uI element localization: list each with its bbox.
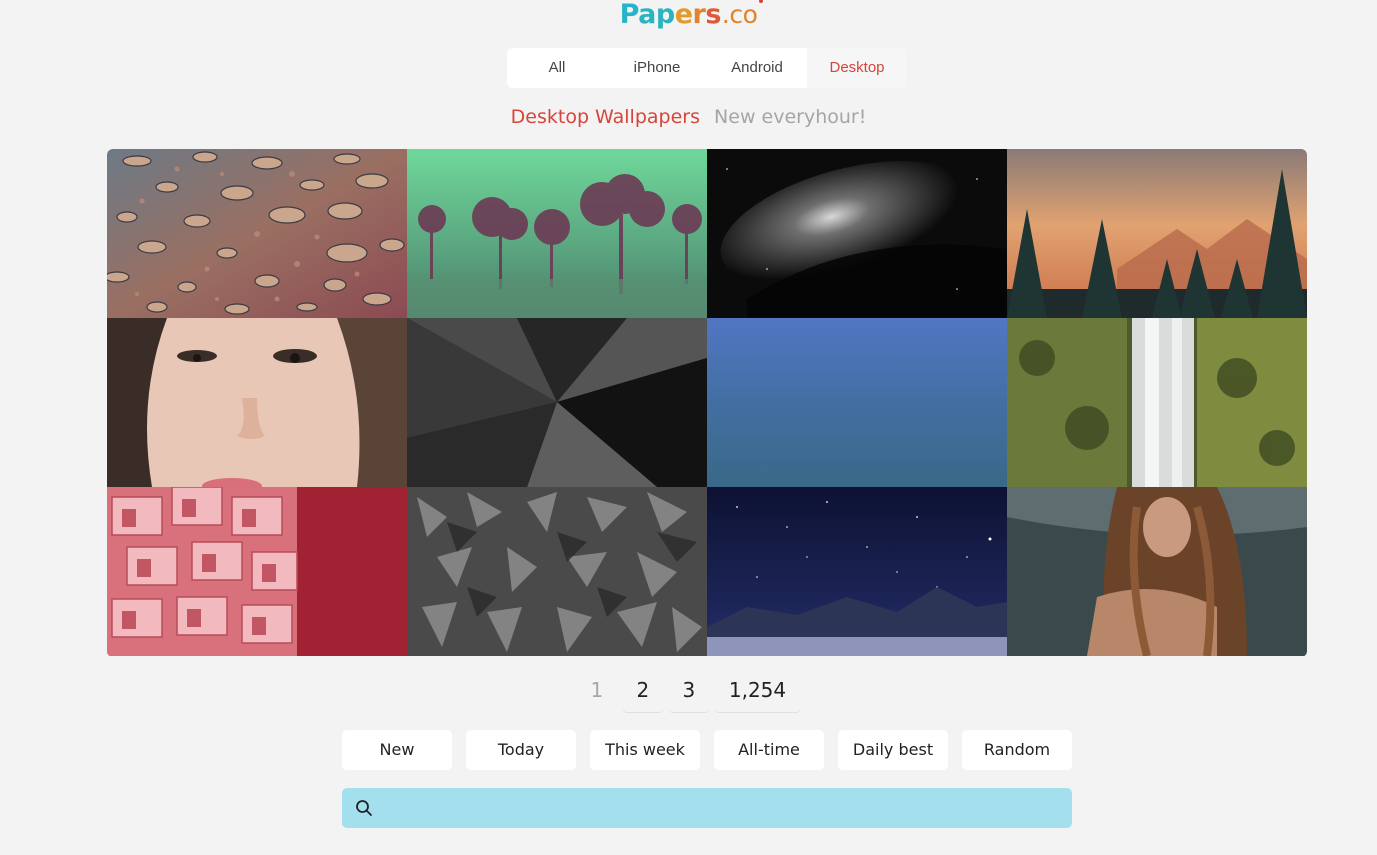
wallpaper-thumbnail-woman-long-hair[interactable]: [1007, 487, 1307, 656]
wallpaper-thumbnail-blue-gradient[interactable]: [707, 318, 1007, 487]
logo-dot: [759, 0, 764, 3]
sort-today-button[interactable]: Today: [466, 730, 576, 770]
forest-sunset-image: [1007, 149, 1307, 318]
device-tabs: All iPhone Android Desktop: [507, 48, 907, 88]
water-droplets-image: [107, 149, 407, 318]
pagination: 1 2 3 1,254: [0, 670, 1377, 712]
wallpaper-thumbnail-pink-balconies[interactable]: [107, 487, 407, 656]
wallpaper-thumbnail-brushed-metal[interactable]: [407, 318, 707, 487]
starry-night-image: [707, 487, 1007, 656]
wallpaper-thumbnail-water-droplets[interactable]: [107, 149, 407, 318]
wallpaper-thumbnail-black-white-nebula[interactable]: [707, 149, 1007, 318]
tab-all[interactable]: All: [507, 48, 607, 88]
logo-letter: p: [655, 0, 675, 30]
wallpaper-grid: [107, 149, 1307, 657]
page-headline: Desktop Wallpapers New everyhour!: [0, 106, 1377, 128]
search-bar: [342, 788, 1072, 828]
logo-letter: P: [619, 0, 639, 30]
gray-crystal-image: [407, 487, 707, 656]
sort-buttons: New Today This week All-time Daily best …: [342, 730, 1072, 770]
sort-all-time-button[interactable]: All-time: [714, 730, 824, 770]
wallpaper-thumbnail-girl-face[interactable]: [107, 318, 407, 487]
sort-new-button[interactable]: New: [342, 730, 452, 770]
logo-letter: e: [674, 0, 693, 30]
wallpaper-thumbnail-gray-crystal[interactable]: [407, 487, 707, 656]
search-input[interactable]: [384, 788, 1072, 828]
wallpaper-thumbnail-mossy-waterfall[interactable]: [1007, 318, 1307, 487]
girl-face-image: [107, 318, 407, 487]
logo-letter: a: [638, 0, 656, 30]
tab-iphone[interactable]: iPhone: [607, 48, 707, 88]
page-last[interactable]: 1,254: [715, 670, 800, 712]
sort-random-button[interactable]: Random: [962, 730, 1072, 770]
page-3[interactable]: 3: [669, 670, 709, 712]
woman-long-hair-image: [1007, 487, 1307, 656]
brushed-metal-image: [407, 318, 707, 487]
blue-gradient-image: [707, 318, 1007, 487]
tab-desktop[interactable]: Desktop: [807, 48, 907, 88]
logo-letter: r: [692, 0, 706, 30]
page-subtitle: New everyhour!: [714, 106, 867, 128]
wallpaper-thumbnail-starry-night[interactable]: [707, 487, 1007, 656]
waterfall-image: [1007, 318, 1307, 487]
page-2[interactable]: 2: [623, 670, 663, 712]
wallpaper-thumbnail-green-fog-trees[interactable]: [407, 149, 707, 318]
tab-android[interactable]: Android: [707, 48, 807, 88]
sort-this-week-button[interactable]: This week: [590, 730, 700, 770]
pink-balconies-image: [107, 487, 407, 656]
site-logo[interactable]: Papers.co: [0, 0, 1377, 32]
page-title: Desktop Wallpapers: [510, 106, 700, 128]
nebula-image: [707, 149, 1007, 318]
wallpaper-thumbnail-forest-sunset[interactable]: [1007, 149, 1307, 318]
sort-daily-best-button[interactable]: Daily best: [838, 730, 948, 770]
logo-letter: s: [705, 0, 721, 30]
search-icon[interactable]: [344, 788, 384, 828]
green-fog-trees-image: [407, 149, 707, 318]
logo-domain: .co: [721, 0, 758, 29]
page-1: 1: [590, 678, 604, 702]
